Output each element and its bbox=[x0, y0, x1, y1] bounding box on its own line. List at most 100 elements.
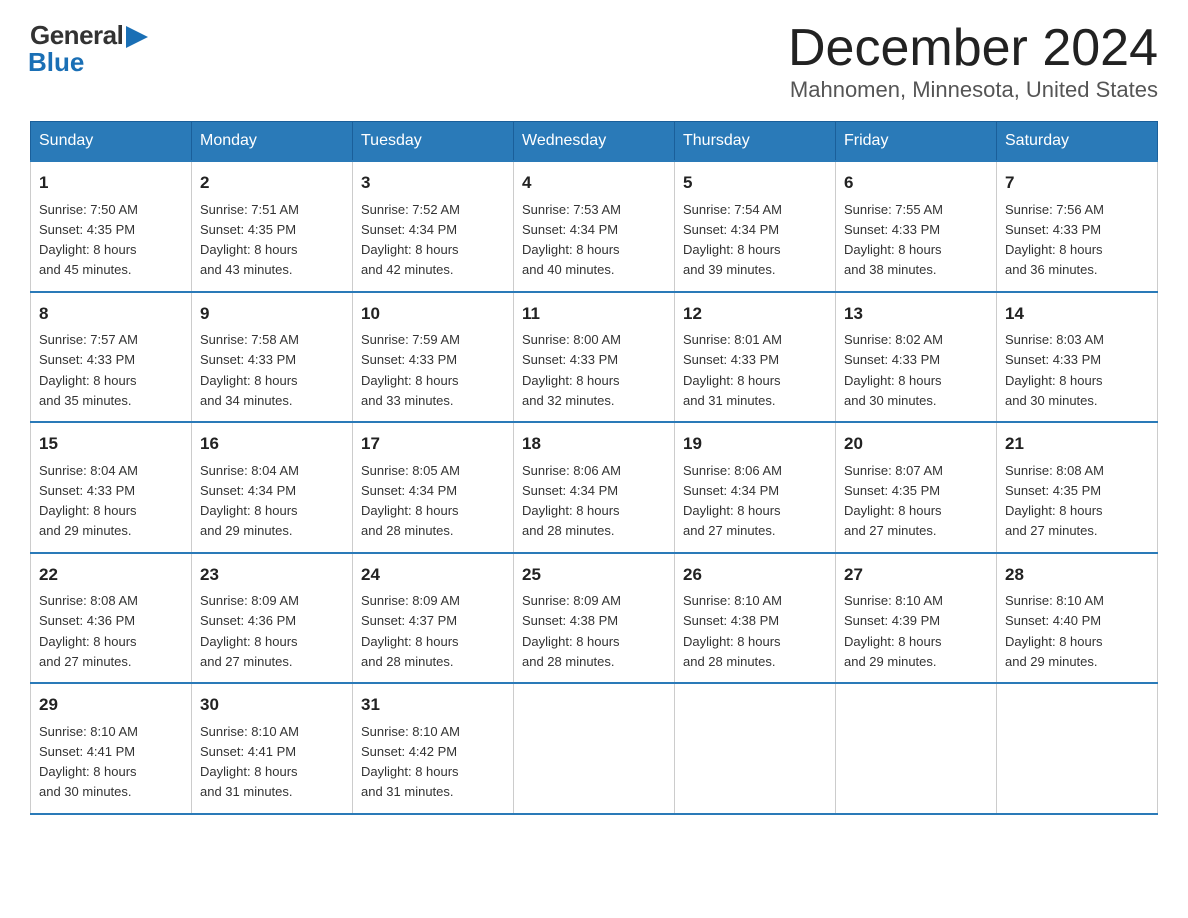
day-cell: 4 Sunrise: 7:53 AMSunset: 4:34 PMDaylight… bbox=[514, 161, 675, 292]
day-cell: 29 Sunrise: 8:10 AMSunset: 4:41 PMDayligh… bbox=[31, 683, 192, 814]
day-cell: 22 Sunrise: 8:08 AMSunset: 4:36 PMDayligh… bbox=[31, 553, 192, 684]
day-info: Sunrise: 7:58 AMSunset: 4:33 PMDaylight:… bbox=[200, 332, 299, 408]
day-info: Sunrise: 8:07 AMSunset: 4:35 PMDaylight:… bbox=[844, 463, 943, 539]
day-cell: 7 Sunrise: 7:56 AMSunset: 4:33 PMDaylight… bbox=[997, 161, 1158, 292]
day-cell: 2 Sunrise: 7:51 AMSunset: 4:35 PMDaylight… bbox=[192, 161, 353, 292]
day-number: 19 bbox=[683, 431, 827, 457]
day-info: Sunrise: 8:09 AMSunset: 4:37 PMDaylight:… bbox=[361, 593, 460, 669]
day-number: 15 bbox=[39, 431, 183, 457]
day-info: Sunrise: 7:53 AMSunset: 4:34 PMDaylight:… bbox=[522, 202, 621, 278]
col-monday: Monday bbox=[192, 122, 353, 162]
day-number: 21 bbox=[1005, 431, 1149, 457]
day-number: 11 bbox=[522, 301, 666, 327]
month-title: December 2024 bbox=[788, 20, 1158, 77]
day-number: 17 bbox=[361, 431, 505, 457]
day-number: 29 bbox=[39, 692, 183, 718]
col-wednesday: Wednesday bbox=[514, 122, 675, 162]
day-cell: 30 Sunrise: 8:10 AMSunset: 4:41 PMDayligh… bbox=[192, 683, 353, 814]
day-info: Sunrise: 8:04 AMSunset: 4:34 PMDaylight:… bbox=[200, 463, 299, 539]
day-info: Sunrise: 8:00 AMSunset: 4:33 PMDaylight:… bbox=[522, 332, 621, 408]
day-info: Sunrise: 8:05 AMSunset: 4:34 PMDaylight:… bbox=[361, 463, 460, 539]
col-tuesday: Tuesday bbox=[353, 122, 514, 162]
col-thursday: Thursday bbox=[675, 122, 836, 162]
day-number: 12 bbox=[683, 301, 827, 327]
day-cell: 31Sunrise: 8:10 AMSunset: 4:42 PMDayligh… bbox=[353, 683, 514, 814]
day-cell: 14Sunrise: 8:03 AMSunset: 4:33 PMDayligh… bbox=[997, 292, 1158, 423]
day-info: Sunrise: 7:55 AMSunset: 4:33 PMDaylight:… bbox=[844, 202, 943, 278]
day-info: Sunrise: 8:10 AMSunset: 4:41 PMDaylight:… bbox=[39, 724, 138, 800]
day-number: 23 bbox=[200, 562, 344, 588]
day-info: Sunrise: 7:54 AMSunset: 4:34 PMDaylight:… bbox=[683, 202, 782, 278]
day-number: 8 bbox=[39, 301, 183, 327]
day-info: Sunrise: 8:10 AMSunset: 4:40 PMDaylight:… bbox=[1005, 593, 1104, 669]
day-cell: 16 Sunrise: 8:04 AMSunset: 4:34 PMDayligh… bbox=[192, 422, 353, 553]
day-cell: 8 Sunrise: 7:57 AMSunset: 4:33 PMDaylight… bbox=[31, 292, 192, 423]
day-info: Sunrise: 7:59 AMSunset: 4:33 PMDaylight:… bbox=[361, 332, 460, 408]
day-number: 10 bbox=[361, 301, 505, 327]
day-number: 5 bbox=[683, 170, 827, 196]
col-friday: Friday bbox=[836, 122, 997, 162]
day-number: 16 bbox=[200, 431, 344, 457]
day-info: Sunrise: 8:06 AMSunset: 4:34 PMDaylight:… bbox=[683, 463, 782, 539]
day-cell: 12Sunrise: 8:01 AMSunset: 4:33 PMDayligh… bbox=[675, 292, 836, 423]
day-number: 3 bbox=[361, 170, 505, 196]
day-number: 30 bbox=[200, 692, 344, 718]
day-number: 27 bbox=[844, 562, 988, 588]
day-cell: 26Sunrise: 8:10 AMSunset: 4:38 PMDayligh… bbox=[675, 553, 836, 684]
day-info: Sunrise: 8:06 AMSunset: 4:34 PMDaylight:… bbox=[522, 463, 621, 539]
day-cell: 13 Sunrise: 8:02 AMSunset: 4:33 PMDayligh… bbox=[836, 292, 997, 423]
day-cell: 25Sunrise: 8:09 AMSunset: 4:38 PMDayligh… bbox=[514, 553, 675, 684]
day-number: 6 bbox=[844, 170, 988, 196]
day-info: Sunrise: 7:52 AMSunset: 4:34 PMDaylight:… bbox=[361, 202, 460, 278]
title-area: December 2024 Mahnomen, Minnesota, Unite… bbox=[788, 20, 1158, 103]
day-cell: 20 Sunrise: 8:07 AMSunset: 4:35 PMDayligh… bbox=[836, 422, 997, 553]
day-info: Sunrise: 8:04 AMSunset: 4:33 PMDaylight:… bbox=[39, 463, 138, 539]
day-number: 31 bbox=[361, 692, 505, 718]
calendar-table: Sunday Monday Tuesday Wednesday Thursday… bbox=[30, 121, 1158, 815]
week-row-2: 8 Sunrise: 7:57 AMSunset: 4:33 PMDaylight… bbox=[31, 292, 1158, 423]
day-number: 20 bbox=[844, 431, 988, 457]
day-cell: 27 Sunrise: 8:10 AMSunset: 4:39 PMDayligh… bbox=[836, 553, 997, 684]
day-info: Sunrise: 8:09 AMSunset: 4:38 PMDaylight:… bbox=[522, 593, 621, 669]
day-number: 13 bbox=[844, 301, 988, 327]
day-info: Sunrise: 8:10 AMSunset: 4:39 PMDaylight:… bbox=[844, 593, 943, 669]
day-number: 26 bbox=[683, 562, 827, 588]
day-cell bbox=[514, 683, 675, 814]
day-cell: 24 Sunrise: 8:09 AMSunset: 4:37 PMDayligh… bbox=[353, 553, 514, 684]
day-info: Sunrise: 7:56 AMSunset: 4:33 PMDaylight:… bbox=[1005, 202, 1104, 278]
day-cell: 17 Sunrise: 8:05 AMSunset: 4:34 PMDayligh… bbox=[353, 422, 514, 553]
logo-blue-text: Blue bbox=[28, 47, 84, 77]
day-cell: 21 Sunrise: 8:08 AMSunset: 4:35 PMDayligh… bbox=[997, 422, 1158, 553]
day-cell: 11 Sunrise: 8:00 AMSunset: 4:33 PMDayligh… bbox=[514, 292, 675, 423]
day-info: Sunrise: 8:02 AMSunset: 4:33 PMDaylight:… bbox=[844, 332, 943, 408]
day-cell: 10 Sunrise: 7:59 AMSunset: 4:33 PMDayligh… bbox=[353, 292, 514, 423]
week-row-5: 29 Sunrise: 8:10 AMSunset: 4:41 PMDayligh… bbox=[31, 683, 1158, 814]
day-cell: 3 Sunrise: 7:52 AMSunset: 4:34 PMDaylight… bbox=[353, 161, 514, 292]
day-cell: 5 Sunrise: 7:54 AMSunset: 4:34 PMDaylight… bbox=[675, 161, 836, 292]
day-number: 24 bbox=[361, 562, 505, 588]
day-cell bbox=[675, 683, 836, 814]
day-info: Sunrise: 8:08 AMSunset: 4:36 PMDaylight:… bbox=[39, 593, 138, 669]
day-info: Sunrise: 8:08 AMSunset: 4:35 PMDaylight:… bbox=[1005, 463, 1104, 539]
day-number: 4 bbox=[522, 170, 666, 196]
day-number: 28 bbox=[1005, 562, 1149, 588]
day-info: Sunrise: 7:51 AMSunset: 4:35 PMDaylight:… bbox=[200, 202, 299, 278]
day-number: 2 bbox=[200, 170, 344, 196]
col-saturday: Saturday bbox=[997, 122, 1158, 162]
day-info: Sunrise: 7:57 AMSunset: 4:33 PMDaylight:… bbox=[39, 332, 138, 408]
day-cell: 1Sunrise: 7:50 AMSunset: 4:35 PMDaylight… bbox=[31, 161, 192, 292]
logo: General Blue bbox=[30, 20, 148, 78]
day-cell: 23Sunrise: 8:09 AMSunset: 4:36 PMDayligh… bbox=[192, 553, 353, 684]
day-number: 1 bbox=[39, 170, 183, 196]
day-cell: 28 Sunrise: 8:10 AMSunset: 4:40 PMDayligh… bbox=[997, 553, 1158, 684]
day-info: Sunrise: 8:03 AMSunset: 4:33 PMDaylight:… bbox=[1005, 332, 1104, 408]
day-info: Sunrise: 8:10 AMSunset: 4:41 PMDaylight:… bbox=[200, 724, 299, 800]
location-subtitle: Mahnomen, Minnesota, United States bbox=[788, 77, 1158, 103]
day-cell bbox=[836, 683, 997, 814]
day-cell: 15 Sunrise: 8:04 AMSunset: 4:33 PMDayligh… bbox=[31, 422, 192, 553]
col-sunday: Sunday bbox=[31, 122, 192, 162]
day-number: 22 bbox=[39, 562, 183, 588]
day-number: 7 bbox=[1005, 170, 1149, 196]
week-row-3: 15 Sunrise: 8:04 AMSunset: 4:33 PMDayligh… bbox=[31, 422, 1158, 553]
day-cell bbox=[997, 683, 1158, 814]
